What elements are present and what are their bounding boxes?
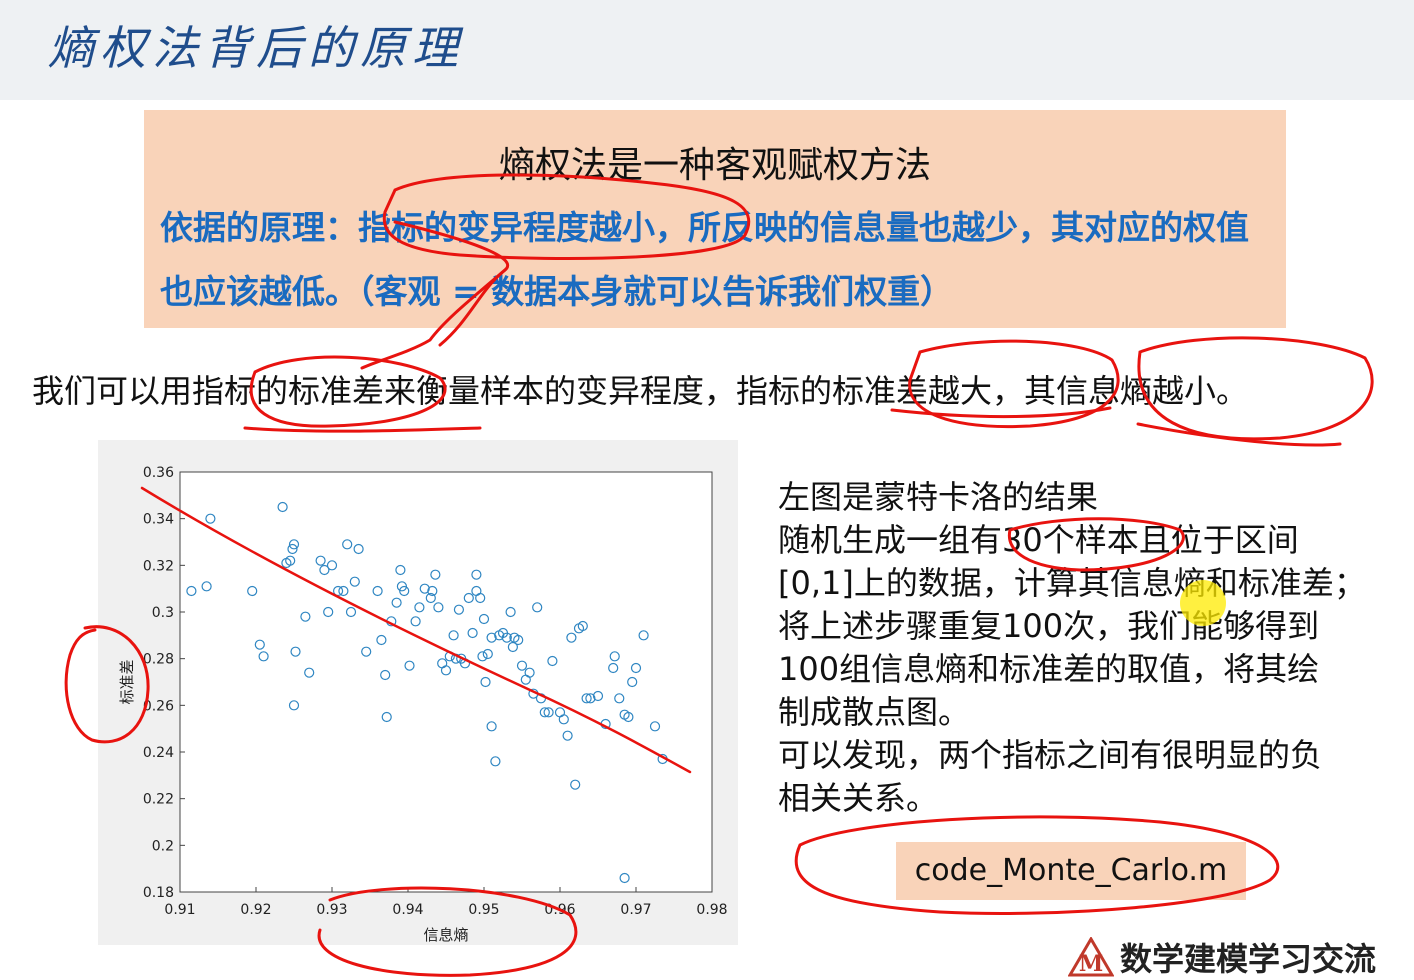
m-logo-icon: M bbox=[1068, 937, 1114, 977]
plot-frame bbox=[179, 471, 713, 893]
y-tick-label: 0.24 bbox=[143, 745, 174, 761]
y-tick-label: 0.32 bbox=[143, 558, 174, 574]
annotation-underline bbox=[1136, 422, 1342, 447]
explanation-line: 制成散点图。 bbox=[778, 693, 971, 731]
y-tick-label: 0.34 bbox=[143, 512, 174, 528]
x-tick-label: 0.98 bbox=[696, 902, 727, 918]
explanation-line: 100组信息熵和标准差的取值，将其绘 bbox=[778, 650, 1320, 688]
y-axis-label: 标准差 bbox=[118, 659, 136, 704]
x-axis-label: 信息熵 bbox=[423, 926, 468, 944]
cursor-highlight bbox=[1180, 580, 1226, 626]
explanation-line: [0,1]上的数据，计算其信息熵和标准差； bbox=[778, 564, 1366, 602]
y-tick-label: 0.3 bbox=[152, 605, 174, 621]
code-file-label: code_Monte_Carlo.m bbox=[896, 842, 1246, 900]
svg-text:M: M bbox=[1079, 951, 1103, 977]
y-tick-label: 0.18 bbox=[143, 885, 174, 901]
explanation-text: 左图是蒙特卡洛的结果 随机生成一组有30个样本且位于区间 [0,1]上的数据，计… bbox=[778, 476, 1398, 820]
explanation-line: 可以发现，两个指标之间有很明显的负 bbox=[778, 736, 1323, 774]
y-tick-label: 0.22 bbox=[143, 792, 174, 808]
y-tick-label: 0.36 bbox=[143, 465, 174, 481]
scatter-plot: 0.91 0.92 0.93 0.94 0.95 0.96 0.97 0.98 0.18 0.2 0… bbox=[98, 440, 738, 945]
x-tick-label: 0.95 bbox=[468, 902, 499, 918]
y-tick-label: 0.26 bbox=[143, 698, 174, 714]
explanation-line: 相关关系。 bbox=[778, 779, 939, 817]
annotation-underline bbox=[243, 426, 482, 433]
x-tick-label: 0.96 bbox=[544, 902, 575, 918]
explanation-line: 随机生成一组有30个样本且位于区间 bbox=[778, 521, 1299, 559]
x-tick-label: 0.92 bbox=[240, 902, 271, 918]
slide-title: 熵权法背后的原理 bbox=[48, 21, 464, 75]
std-sentence: 我们可以用指标的标准差来衡量样本的变异程度，指标的标准差越大，其信息熵越小。 bbox=[32, 372, 1249, 410]
x-tick-label: 0.94 bbox=[392, 902, 423, 918]
principle-box: 熵权法是一种客观赋权方法 依据的原理：指标的变异程度越小，所反映的信息量也越少，… bbox=[144, 110, 1286, 328]
watermark: M 数学建模学习交流 bbox=[1068, 936, 1376, 978]
x-tick-label: 0.93 bbox=[316, 902, 347, 918]
x-tick-label: 0.91 bbox=[164, 902, 195, 918]
y-tick-label: 0.28 bbox=[143, 652, 174, 668]
principle-text: 依据的原理：指标的变异程度越小，所反映的信息量也越少，其对应的权值也应该越低。（… bbox=[160, 208, 1249, 311]
explanation-line: 左图是蒙特卡洛的结果 bbox=[778, 478, 1099, 516]
watermark-text: 数学建模学习交流 bbox=[1120, 940, 1377, 978]
principle-heading: 熵权法是一种客观赋权方法 bbox=[498, 145, 931, 186]
y-tick-label: 0.2 bbox=[152, 838, 174, 854]
scatter-plot-svg: 0.91 0.92 0.93 0.94 0.95 0.96 0.97 0.98 0.18 0.2 0… bbox=[118, 465, 728, 944]
explanation-line: 将上述步骤重复100次，我们能够得到 bbox=[778, 607, 1320, 645]
x-tick-label: 0.97 bbox=[620, 902, 651, 918]
